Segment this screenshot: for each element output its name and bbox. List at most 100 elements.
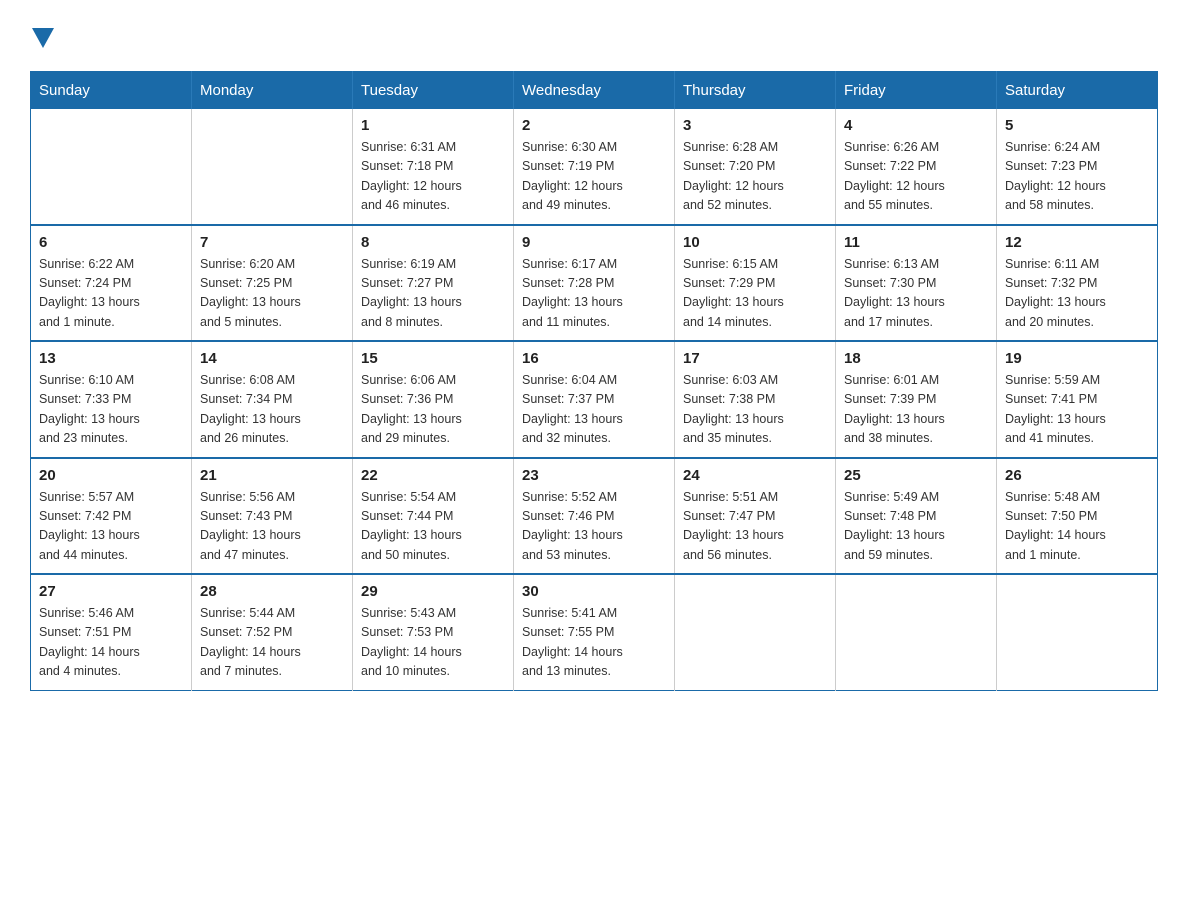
- day-number: 28: [200, 583, 344, 600]
- day-number: 14: [200, 350, 344, 367]
- calendar-day: 27 Sunrise: 5:46 AMSunset: 7:51 PMDayligh…: [31, 574, 192, 690]
- calendar-day: 21 Sunrise: 5:56 AMSunset: 7:43 PMDayligh…: [192, 458, 353, 575]
- calendar-header-row: SundayMondayTuesdayWednesdayThursdayFrid…: [31, 72, 1158, 110]
- calendar-header-saturday: Saturday: [997, 72, 1158, 110]
- day-info: Sunrise: 5:52 AMSunset: 7:46 PMDaylight:…: [522, 488, 666, 566]
- calendar-day: 29 Sunrise: 5:43 AMSunset: 7:53 PMDayligh…: [353, 574, 514, 690]
- day-number: 27: [39, 583, 183, 600]
- calendar-day: [675, 574, 836, 690]
- day-info: Sunrise: 6:20 AMSunset: 7:25 PMDaylight:…: [200, 255, 344, 333]
- logo-arrow-icon: [32, 28, 54, 48]
- day-info: Sunrise: 5:49 AMSunset: 7:48 PMDaylight:…: [844, 488, 988, 566]
- calendar-header-thursday: Thursday: [675, 72, 836, 110]
- day-info: Sunrise: 5:56 AMSunset: 7:43 PMDaylight:…: [200, 488, 344, 566]
- day-info: Sunrise: 6:31 AMSunset: 7:18 PMDaylight:…: [361, 138, 505, 216]
- day-number: 10: [683, 234, 827, 251]
- day-number: 2: [522, 117, 666, 134]
- day-number: 19: [1005, 350, 1149, 367]
- calendar-day: 2 Sunrise: 6:30 AMSunset: 7:19 PMDaylight…: [514, 109, 675, 225]
- calendar-day: 23 Sunrise: 5:52 AMSunset: 7:46 PMDayligh…: [514, 458, 675, 575]
- day-info: Sunrise: 6:13 AMSunset: 7:30 PMDaylight:…: [844, 255, 988, 333]
- calendar-day: 22 Sunrise: 5:54 AMSunset: 7:44 PMDayligh…: [353, 458, 514, 575]
- day-number: 8: [361, 234, 505, 251]
- calendar-day: 14 Sunrise: 6:08 AMSunset: 7:34 PMDayligh…: [192, 341, 353, 458]
- day-number: 29: [361, 583, 505, 600]
- calendar-day: 8Sunrise: 6:19 AMSunset: 7:27 PMDaylight…: [353, 225, 514, 342]
- day-number: 30: [522, 583, 666, 600]
- day-number: 6: [39, 234, 183, 251]
- calendar-day: 28 Sunrise: 5:44 AMSunset: 7:52 PMDayligh…: [192, 574, 353, 690]
- calendar-day: 19 Sunrise: 5:59 AMSunset: 7:41 PMDayligh…: [997, 341, 1158, 458]
- day-info: Sunrise: 5:44 AMSunset: 7:52 PMDaylight:…: [200, 604, 344, 682]
- calendar-day: 16 Sunrise: 6:04 AMSunset: 7:37 PMDayligh…: [514, 341, 675, 458]
- calendar-day: 13Sunrise: 6:10 AMSunset: 7:33 PMDayligh…: [31, 341, 192, 458]
- day-number: 21: [200, 467, 344, 484]
- calendar-header-wednesday: Wednesday: [514, 72, 675, 110]
- calendar-day: 30 Sunrise: 5:41 AMSunset: 7:55 PMDayligh…: [514, 574, 675, 690]
- calendar-day: 9 Sunrise: 6:17 AMSunset: 7:28 PMDaylight…: [514, 225, 675, 342]
- day-info: Sunrise: 6:04 AMSunset: 7:37 PMDaylight:…: [522, 371, 666, 449]
- calendar-day: 18 Sunrise: 6:01 AMSunset: 7:39 PMDayligh…: [836, 341, 997, 458]
- calendar-week-4: 20Sunrise: 5:57 AMSunset: 7:42 PMDayligh…: [31, 458, 1158, 575]
- calendar-day: 17 Sunrise: 6:03 AMSunset: 7:38 PMDayligh…: [675, 341, 836, 458]
- day-info: Sunrise: 6:03 AMSunset: 7:38 PMDaylight:…: [683, 371, 827, 449]
- day-info: Sunrise: 5:46 AMSunset: 7:51 PMDaylight:…: [39, 604, 183, 682]
- day-info: Sunrise: 5:51 AMSunset: 7:47 PMDaylight:…: [683, 488, 827, 566]
- calendar-day: 1 Sunrise: 6:31 AMSunset: 7:18 PMDaylight…: [353, 109, 514, 225]
- calendar-day: [192, 109, 353, 225]
- calendar-header-monday: Monday: [192, 72, 353, 110]
- calendar-day: 5Sunrise: 6:24 AMSunset: 7:23 PMDaylight…: [997, 109, 1158, 225]
- day-number: 22: [361, 467, 505, 484]
- day-number: 18: [844, 350, 988, 367]
- day-info: Sunrise: 6:24 AMSunset: 7:23 PMDaylight:…: [1005, 138, 1149, 216]
- day-number: 4: [844, 117, 988, 134]
- calendar-header-friday: Friday: [836, 72, 997, 110]
- calendar-day: 6 Sunrise: 6:22 AMSunset: 7:24 PMDaylight…: [31, 225, 192, 342]
- calendar-day: 3Sunrise: 6:28 AMSunset: 7:20 PMDaylight…: [675, 109, 836, 225]
- day-info: Sunrise: 6:15 AMSunset: 7:29 PMDaylight:…: [683, 255, 827, 333]
- calendar-week-5: 27 Sunrise: 5:46 AMSunset: 7:51 PMDayligh…: [31, 574, 1158, 690]
- day-number: 7: [200, 234, 344, 251]
- day-info: Sunrise: 6:22 AMSunset: 7:24 PMDaylight:…: [39, 255, 183, 333]
- page-header: [30, 20, 1158, 51]
- calendar-week-2: 6 Sunrise: 6:22 AMSunset: 7:24 PMDaylight…: [31, 225, 1158, 342]
- calendar-day: [31, 109, 192, 225]
- calendar-header-tuesday: Tuesday: [353, 72, 514, 110]
- day-number: 20: [39, 467, 183, 484]
- day-number: 24: [683, 467, 827, 484]
- day-number: 11: [844, 234, 988, 251]
- day-number: 26: [1005, 467, 1149, 484]
- day-info: Sunrise: 6:06 AMSunset: 7:36 PMDaylight:…: [361, 371, 505, 449]
- day-info: Sunrise: 5:43 AMSunset: 7:53 PMDaylight:…: [361, 604, 505, 682]
- day-number: 17: [683, 350, 827, 367]
- day-number: 13: [39, 350, 183, 367]
- calendar-day: [997, 574, 1158, 690]
- calendar-day: 26 Sunrise: 5:48 AMSunset: 7:50 PMDayligh…: [997, 458, 1158, 575]
- logo: [30, 20, 54, 51]
- day-number: 9: [522, 234, 666, 251]
- day-number: 16: [522, 350, 666, 367]
- calendar-day: 7 Sunrise: 6:20 AMSunset: 7:25 PMDaylight…: [192, 225, 353, 342]
- calendar-day: 4Sunrise: 6:26 AMSunset: 7:22 PMDaylight…: [836, 109, 997, 225]
- calendar-day: 25 Sunrise: 5:49 AMSunset: 7:48 PMDayligh…: [836, 458, 997, 575]
- day-info: Sunrise: 6:17 AMSunset: 7:28 PMDaylight:…: [522, 255, 666, 333]
- day-info: Sunrise: 5:59 AMSunset: 7:41 PMDaylight:…: [1005, 371, 1149, 449]
- calendar-week-3: 13Sunrise: 6:10 AMSunset: 7:33 PMDayligh…: [31, 341, 1158, 458]
- calendar-header-sunday: Sunday: [31, 72, 192, 110]
- day-number: 3: [683, 117, 827, 134]
- day-number: 23: [522, 467, 666, 484]
- day-info: Sunrise: 6:01 AMSunset: 7:39 PMDaylight:…: [844, 371, 988, 449]
- day-info: Sunrise: 5:41 AMSunset: 7:55 PMDaylight:…: [522, 604, 666, 682]
- calendar-week-1: 1 Sunrise: 6:31 AMSunset: 7:18 PMDaylight…: [31, 109, 1158, 225]
- calendar-day: 10 Sunrise: 6:15 AMSunset: 7:29 PMDayligh…: [675, 225, 836, 342]
- day-number: 1: [361, 117, 505, 134]
- day-info: Sunrise: 5:48 AMSunset: 7:50 PMDaylight:…: [1005, 488, 1149, 566]
- day-info: Sunrise: 5:54 AMSunset: 7:44 PMDaylight:…: [361, 488, 505, 566]
- day-number: 15: [361, 350, 505, 367]
- day-info: Sunrise: 6:30 AMSunset: 7:19 PMDaylight:…: [522, 138, 666, 216]
- calendar-day: 12Sunrise: 6:11 AMSunset: 7:32 PMDayligh…: [997, 225, 1158, 342]
- day-number: 25: [844, 467, 988, 484]
- day-info: Sunrise: 6:08 AMSunset: 7:34 PMDaylight:…: [200, 371, 344, 449]
- calendar-day: 11 Sunrise: 6:13 AMSunset: 7:30 PMDayligh…: [836, 225, 997, 342]
- calendar-day: 24 Sunrise: 5:51 AMSunset: 7:47 PMDayligh…: [675, 458, 836, 575]
